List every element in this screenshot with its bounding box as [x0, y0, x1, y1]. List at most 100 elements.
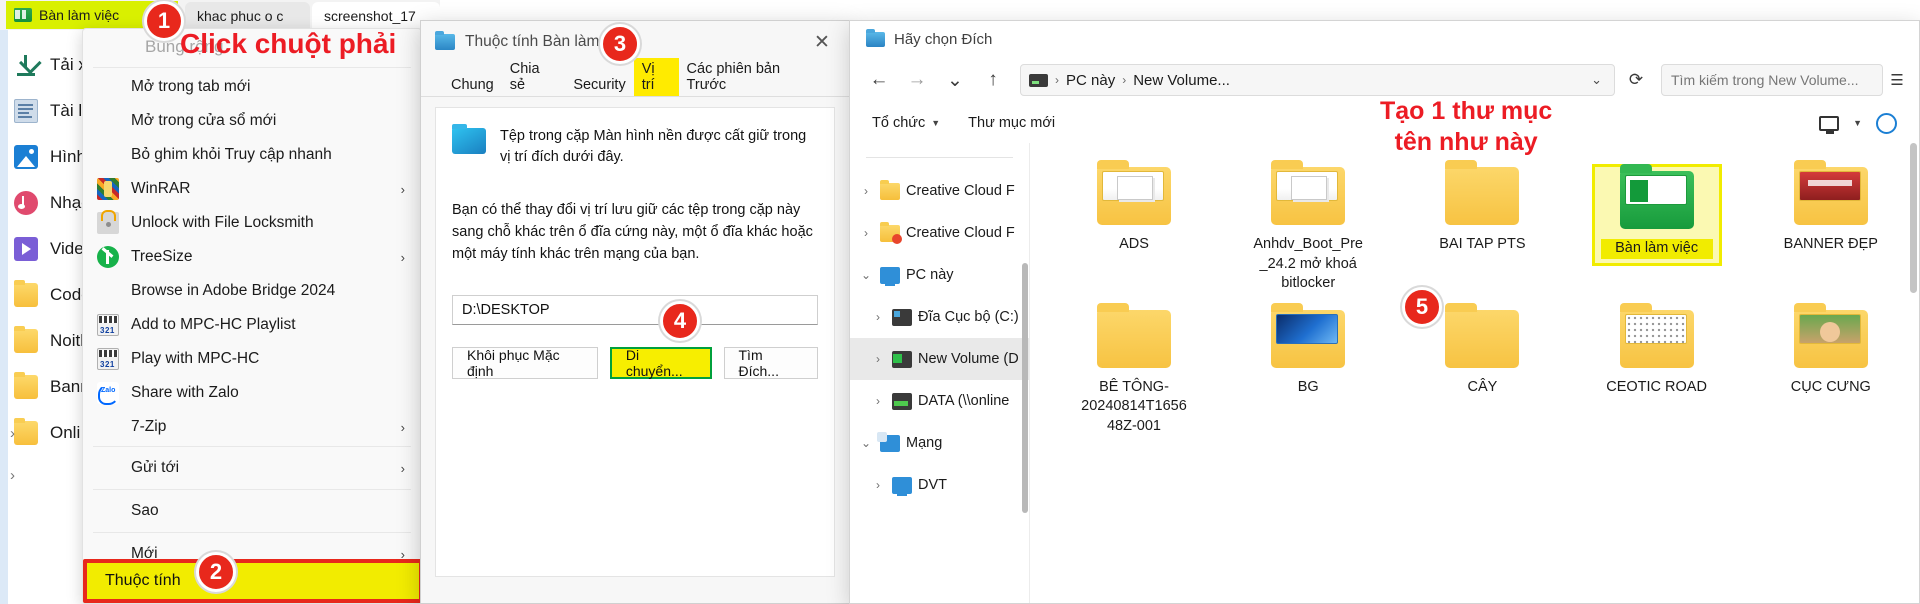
properties-dialog: Thuộc tính Bàn làm việc ✕ Chung Chia sẻ … — [420, 20, 850, 604]
chevron-right-icon: › — [401, 420, 405, 435]
tree-chevron-icon[interactable]: › — [10, 425, 15, 442]
annotation-line-1: Tạo 1 thư mục — [1380, 96, 1552, 127]
breadcrumb-pc-nay[interactable]: PC này — [1066, 72, 1115, 89]
back-icon[interactable]: ← — [862, 65, 896, 95]
tab-cac-phien-ban-truoc[interactable]: Các phiên bản Trước — [679, 58, 827, 96]
tree-chevron-icon[interactable]: › — [10, 467, 15, 484]
sidebar-label: Creative Cloud F — [906, 225, 1015, 241]
chevron-right-icon[interactable]: › — [870, 478, 886, 492]
file-tile-bai-tap-pts[interactable]: BAI TAP PTS — [1396, 161, 1568, 294]
tab-chia-se[interactable]: Chia sẻ — [502, 58, 566, 96]
menu-item-label: Mở trong cửa sổ mới — [131, 112, 421, 130]
chevron-right-icon[interactable]: › — [858, 184, 874, 198]
menu-item-winrar[interactable]: WinRAR › — [83, 172, 421, 206]
breadcrumb-new-volume[interactable]: New Volume... — [1133, 72, 1230, 89]
tab-label: khac phuc o c — [197, 8, 283, 24]
file-tile-banner-dep[interactable]: BANNER ĐẸP — [1745, 161, 1917, 294]
tab-ban-lam-viec[interactable]: Bàn làm việc — [14, 7, 119, 23]
menu-item-share-zalo[interactable]: Share with Zalo — [83, 376, 421, 410]
menu-separator — [93, 67, 411, 68]
sidebar-item-pc-nay[interactable]: ⌄ PC này — [850, 254, 1029, 296]
sidebar-item-mang[interactable]: ⌄ Mạng — [850, 422, 1029, 464]
menu-item-file-locksmith[interactable]: Unlock with File Locksmith — [83, 206, 421, 240]
file-tile-cuc-cung[interactable]: CỤC CƯNG — [1745, 304, 1917, 437]
file-tile-ceotic-road[interactable]: CEOTIC ROAD — [1571, 304, 1743, 437]
blank-icon — [97, 76, 119, 98]
location-path-input[interactable]: D:\DESKTOP — [452, 295, 818, 325]
properties-tab-bar: Chung Chia sẻ Security Vị trí Các phiên … — [421, 63, 849, 97]
pc-icon — [880, 267, 900, 284]
menu-item-label: Unlock with File Locksmith — [131, 214, 421, 232]
pc-icon — [892, 477, 912, 494]
file-label: CỤC CƯNG — [1775, 378, 1887, 398]
chevron-right-icon[interactable]: › — [858, 226, 874, 240]
chevron-right-icon: › — [401, 250, 405, 265]
close-icon[interactable]: ✕ — [803, 25, 841, 59]
chevron-right-icon[interactable]: › — [870, 394, 886, 408]
menu-item-unpin-quick-access[interactable]: Bỏ ghim khỏi Truy cập nhanh — [83, 138, 421, 172]
chevron-down-icon[interactable]: ⌄ — [858, 436, 874, 450]
menu-item-label: Share with Zalo — [131, 384, 421, 402]
sidebar-divider — [866, 157, 1013, 158]
menu-item-send-to[interactable]: Gửi tới › — [83, 449, 421, 487]
move-button[interactable]: Di chuyển... — [610, 347, 712, 379]
tab-vi-tri[interactable]: Vị trí — [634, 58, 679, 96]
menu-item-play-mpc[interactable]: Play with MPC-HC — [83, 342, 421, 376]
zalo-icon — [97, 382, 119, 404]
menu-item-label: Add to MPC-HC Playlist — [131, 316, 421, 334]
explorer-title: Hãy chọn Đích — [894, 31, 992, 48]
download-icon — [14, 53, 38, 77]
up-icon[interactable]: ↑ — [976, 65, 1010, 95]
sidebar-item-local-disk-c[interactable]: › Đĩa Cục bộ (C:) — [850, 296, 1029, 338]
menu-item-open-new-window[interactable]: Mở trong cửa sổ mới — [83, 104, 421, 138]
address-bar[interactable]: › PC này › New Volume... ⌄ — [1020, 64, 1615, 96]
tab-chung[interactable]: Chung — [443, 74, 502, 96]
file-tile-ban-lam-viec[interactable]: Bàn làm việc — [1571, 161, 1743, 294]
forward-icon[interactable]: → — [900, 65, 934, 95]
step-badge-4: 4 — [660, 301, 700, 341]
file-tile-be-tong[interactable]: BÊ TÔNG-20240814T165648Z-001 — [1048, 304, 1220, 437]
chevron-down-icon[interactable]: ⌄ — [1591, 72, 1606, 88]
tab-label: Bàn làm việc — [39, 7, 119, 23]
file-tile-ads[interactable]: ADS — [1048, 161, 1220, 294]
new-folder-label: Thư mục mới — [968, 115, 1055, 131]
sidebar-item-creative-cloud-2[interactable]: › Creative Cloud F — [850, 212, 1029, 254]
restore-default-button[interactable]: Khôi phục Mặc định — [452, 347, 598, 379]
sidebar-scrollbar[interactable] — [1022, 263, 1028, 513]
sidebar-item-data-network[interactable]: › DATA (\\online — [850, 380, 1029, 422]
menu-item-treesize[interactable]: TreeSize › — [83, 240, 421, 274]
menu-item-copy[interactable]: Sao — [83, 492, 421, 530]
menu-item-label: Mở trong tab mới — [131, 78, 421, 96]
new-folder-button[interactable]: Thư mục mới — [968, 115, 1055, 131]
chevron-right-icon[interactable]: › — [870, 352, 886, 366]
menu-item-open-new-tab[interactable]: Mở trong tab mới — [83, 70, 421, 104]
chevron-right-icon[interactable]: › — [870, 310, 886, 324]
search-filter-icon[interactable]: ☰ — [1887, 71, 1907, 89]
view-layout-icon[interactable] — [1819, 116, 1839, 131]
sidebar-item-dvt[interactable]: › DVT — [850, 464, 1029, 506]
sidebar-item-new-volume[interactable]: › New Volume (D — [850, 338, 1029, 380]
menu-item-add-mpc-playlist[interactable]: Add to MPC-HC Playlist — [83, 308, 421, 342]
drive-icon — [1029, 74, 1048, 87]
chevron-down-icon[interactable]: ▼ — [1853, 118, 1862, 128]
menu-separator — [93, 532, 411, 533]
tab-security[interactable]: Security — [565, 74, 633, 96]
organize-button[interactable]: Tổ chức ▼ — [872, 115, 940, 131]
find-target-button[interactable]: Tìm Đích... — [724, 347, 818, 379]
file-tile-bg[interactable]: BG — [1222, 304, 1394, 437]
chevron-down-icon[interactable]: ⌄ — [858, 268, 874, 282]
help-icon[interactable] — [1876, 113, 1897, 134]
recent-locations-icon[interactable]: ⌄ — [938, 65, 972, 95]
menu-item-adobe-bridge[interactable]: Browse in Adobe Bridge 2024 — [83, 274, 421, 308]
refresh-icon[interactable]: ⟳ — [1619, 65, 1653, 95]
menu-item-properties[interactable]: Thuộc tính — [83, 559, 423, 603]
sidebar-item-creative-cloud-1[interactable]: › Creative Cloud F — [850, 170, 1029, 212]
annotation-click-right: Click chuột phải — [180, 28, 396, 60]
content-scrollbar[interactable] — [1910, 143, 1917, 293]
sidebar-label: DVT — [918, 477, 947, 493]
file-tile-anhdv-boot[interactable]: Anhdv_Boot_Pre_24.2 mở khoá bitlocker — [1222, 161, 1394, 294]
menu-item-7zip[interactable]: 7-Zip › — [83, 410, 421, 444]
search-input[interactable]: Tìm kiếm trong New Volume... — [1661, 64, 1883, 96]
tab-khac-phuc-o-c[interactable]: khac phuc o c — [185, 2, 310, 30]
music-icon — [14, 191, 38, 215]
